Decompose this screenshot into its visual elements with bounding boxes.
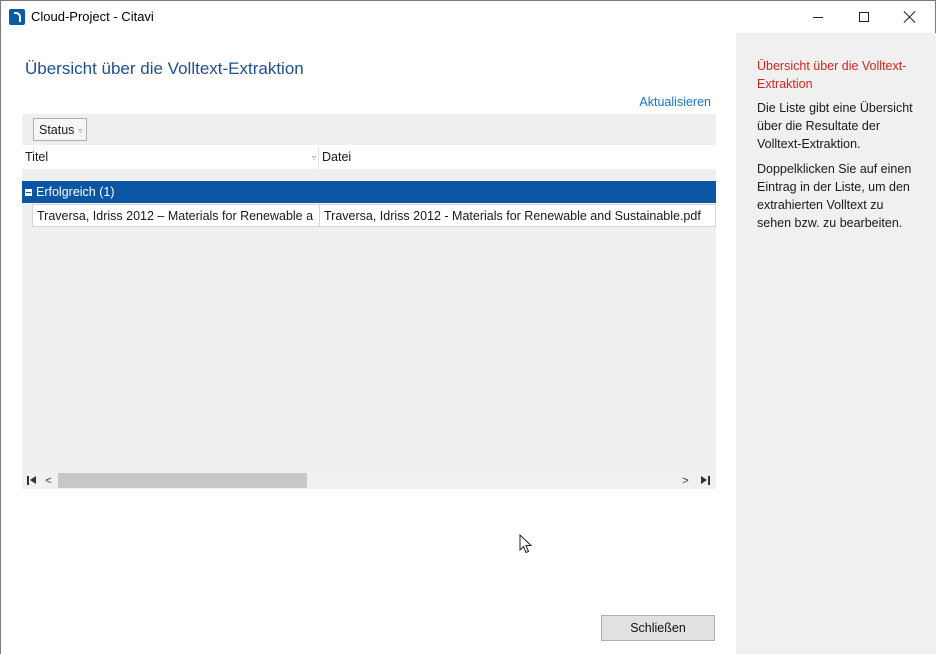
close-window-button[interactable] [887,1,933,33]
minimize-icon [813,16,823,18]
scroll-last-icon [701,476,710,485]
maximize-button[interactable] [841,1,887,33]
scroll-first-button[interactable] [24,472,39,489]
close-button[interactable]: Schließen [601,615,715,641]
window-title: Cloud-Project - Citavi [31,9,154,24]
cell-file: Traversa, Idriss 2012 - Materials for Re… [324,208,701,223]
close-icon [904,11,916,23]
group-label: Erfolgreich (1) [36,185,115,199]
cell-separator [319,205,320,226]
citavi-logo-icon [9,9,25,25]
main-panel: Übersicht über die Volltext-Extraktion A… [1,33,736,654]
chevron-right-icon: > [682,474,689,487]
refresh-link[interactable]: Aktualisieren [639,95,711,109]
grid-header: Titel ▿ Datei [22,145,716,169]
table-row[interactable]: Traversa, Idriss 2012 – Materials for Re… [32,204,716,227]
cell-title: Traversa, Idriss 2012 – Materials for Re… [37,208,314,223]
scroll-right-button[interactable]: > [678,472,693,489]
app-window: Cloud-Project - Citavi Übersicht über di… [0,0,936,654]
horizontal-scrollbar[interactable]: < > [22,472,716,489]
scroll-left-button[interactable]: < [41,472,56,489]
column-header-file[interactable]: Datei [322,145,351,169]
help-pane: Übersicht über die Volltext-Extraktion D… [736,33,936,654]
scroll-last-button[interactable] [697,472,714,489]
minimize-button[interactable] [795,1,841,33]
mouse-pointer-icon [519,534,533,554]
status-filter-label: Status [39,122,75,137]
scroll-first-icon [27,476,36,485]
scrollbar-thumb[interactable] [58,473,307,488]
maximize-icon [859,12,869,22]
help-title: Übersicht über die Volltext-Extraktion [757,59,907,91]
help-paragraph: Die Liste gibt eine Übersicht über die R… [757,101,913,151]
column-separator[interactable] [318,147,319,169]
filter-triangle-icon[interactable]: ▿ [312,153,316,162]
filter-triangle-icon: ▿ [78,125,83,135]
title-bar[interactable]: Cloud-Project - Citavi [1,1,935,33]
column-header-title[interactable]: Titel ▿ [25,145,318,169]
group-by-bar: Status ▿ [22,114,716,145]
chevron-left-icon: < [45,474,52,487]
help-paragraph: Doppelklicken Sie auf einen Eintrag in d… [757,162,912,230]
results-grid: Erfolgreich (1) Traversa, Idriss 2012 – … [22,169,716,472]
collapse-minus-icon[interactable] [25,188,32,196]
page-title: Übersicht über die Volltext-Extraktion [25,59,304,78]
status-filter-button[interactable]: Status ▿ [33,118,88,141]
group-row-success[interactable]: Erfolgreich (1) [22,181,716,203]
column-header-title-label: Titel [25,150,49,164]
column-header-file-label: Datei [322,150,352,164]
